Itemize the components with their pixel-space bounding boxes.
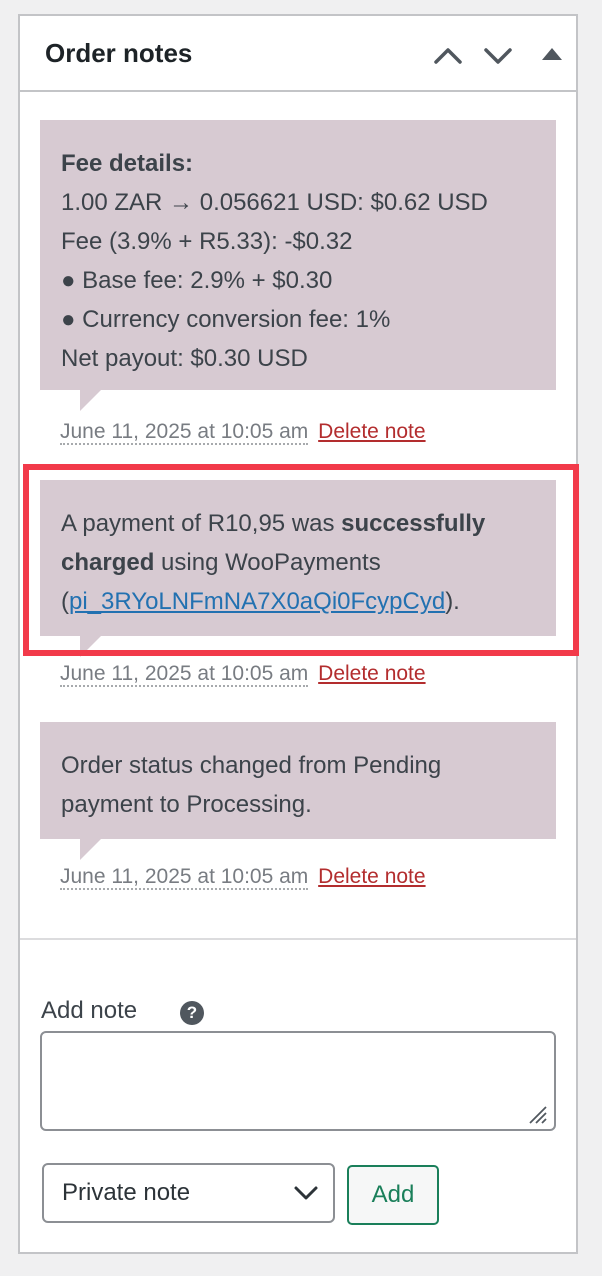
note-line: ● Currency conversion fee: 1%	[61, 306, 391, 333]
note-heading: Fee details:	[61, 150, 194, 177]
note-text: ).	[445, 588, 460, 615]
note-type-selected: Private note	[62, 1179, 191, 1206]
panel-title: Order notes	[45, 38, 193, 68]
note-meta: June 11, 2025 at 10:05 am Delete note	[60, 865, 426, 890]
divider	[20, 938, 576, 940]
delete-note-link[interactable]: Delete note	[318, 662, 425, 685]
note-tail	[80, 839, 101, 860]
note-meta: June 11, 2025 at 10:05 am Delete note	[60, 420, 426, 445]
panel-header: Order notes	[20, 16, 576, 92]
move-up-button[interactable]	[428, 36, 468, 76]
note-payment: A payment of R10,95 was successfully cha…	[40, 480, 556, 657]
delete-note-link[interactable]: Delete note	[318, 865, 425, 888]
payment-intent-link[interactable]: pi_3RYoLNFmNA7X0aQi0FcypCyd	[69, 588, 445, 615]
note-date: June 11, 2025 at 10:05 am	[60, 662, 309, 687]
note-line: Net payout: $0.30 USD	[61, 345, 308, 372]
chevron-down-icon	[294, 1186, 318, 1200]
add-note-label: Add note	[41, 997, 138, 1024]
note-fee-details: Fee details: 1.00 ZAR → 0.056621 USD: $0…	[40, 120, 556, 411]
order-notes-panel: Order notes Fee details: 1.00 ZAR → 0.05…	[18, 14, 579, 1254]
note-line: Fee (3.9% + R5.33): -$0.32	[61, 228, 353, 255]
chevron-down-icon	[484, 48, 512, 64]
toggle-panel-button[interactable]	[532, 36, 572, 76]
note-date: June 11, 2025 at 10:05 am	[60, 865, 309, 890]
note-text: Order status changed from Pending paymen…	[61, 752, 442, 818]
note-line: ● Base fee: 2.9% + $0.30	[61, 267, 333, 294]
note-status-change: Order status changed from Pending paymen…	[40, 722, 556, 860]
note-meta: June 11, 2025 at 10:05 am Delete note	[60, 662, 426, 687]
note-line: Fee details:	[61, 144, 536, 183]
move-down-button[interactable]	[478, 36, 518, 76]
resize-handle-icon[interactable]	[526, 1103, 548, 1125]
note-tail	[80, 636, 101, 657]
note-text: A payment of R10,95 was	[61, 510, 342, 537]
note-line: 1.00 ZAR → 0.056621 USD: $0.62 USD	[61, 189, 488, 216]
delete-note-link[interactable]: Delete note	[318, 420, 425, 443]
note-tail	[80, 390, 101, 411]
chevron-up-icon	[434, 48, 462, 64]
note-date: June 11, 2025 at 10:05 am	[60, 420, 309, 445]
note-type-select[interactable]: Private note	[42, 1163, 335, 1223]
caret-up-icon	[542, 48, 562, 60]
add-note-button[interactable]: Add	[347, 1165, 439, 1225]
help-icon[interactable]: ?	[180, 1001, 204, 1025]
add-note-textarea[interactable]	[40, 1031, 556, 1131]
